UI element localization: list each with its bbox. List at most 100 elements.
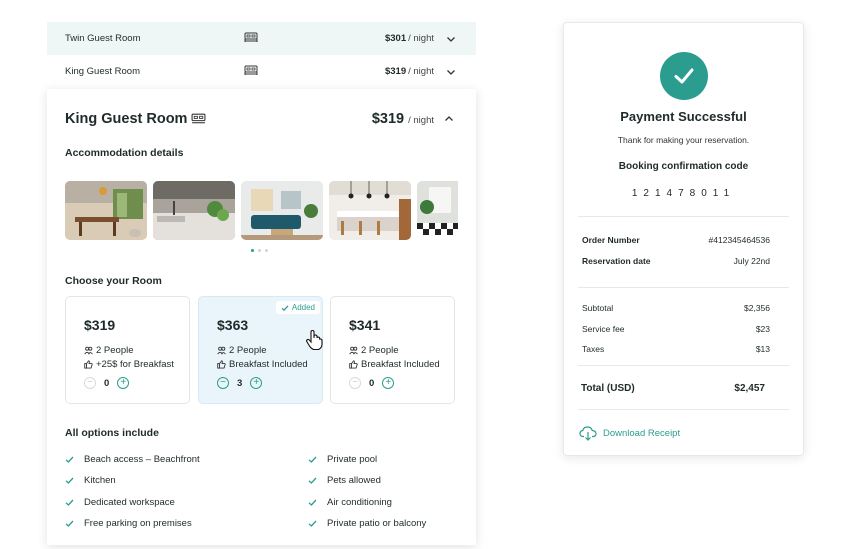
breakfast-line: Breakfast Included	[217, 359, 308, 370]
breakfast-text: +25$ for Breakfast	[96, 359, 174, 370]
choose-room-title: Choose your Room	[65, 275, 162, 287]
decrement-button[interactable]: −	[217, 377, 229, 389]
check-icon	[65, 456, 74, 464]
option-text: Kitchen	[84, 475, 116, 487]
breakfast-text: Breakfast Included	[361, 359, 440, 370]
subtotal-label: Subtotal	[582, 303, 614, 313]
option-item: Beach access – Beachfront	[65, 449, 200, 470]
taxes-label: Taxes	[582, 344, 605, 354]
divider	[578, 365, 789, 366]
decrement-button[interactable]: −	[349, 377, 361, 389]
option-item: Air conditioning	[308, 492, 426, 513]
option-price: $363	[217, 317, 249, 333]
payment-subtitle: Thank for making your reservation.	[617, 135, 750, 145]
divider	[578, 287, 789, 288]
bed-icon	[191, 113, 206, 124]
quantity-value: 3	[237, 377, 243, 389]
added-badge-text: Added	[291, 303, 315, 312]
quantity-value: 0	[369, 377, 375, 389]
added-badge: Added	[275, 301, 320, 314]
people-text: 2 People	[96, 345, 134, 356]
people-icon	[349, 346, 358, 355]
bed-icon	[244, 65, 258, 75]
option-text: Private patio or balcony	[327, 518, 427, 530]
confirmation-code: 121478011	[631, 188, 736, 199]
carousel-dot[interactable]	[258, 249, 261, 252]
photo-carousel[interactable]	[65, 181, 458, 240]
room-photo[interactable]	[417, 181, 458, 240]
quantity-stepper[interactable]: − 0 +	[349, 377, 395, 389]
panel-price-amount: $319	[371, 111, 405, 127]
carousel-dots	[251, 249, 268, 252]
room-row-twin[interactable]: Twin Guest Room $301 / night	[47, 22, 476, 55]
increment-button[interactable]: +	[117, 377, 130, 389]
room-option-card[interactable]: $319 2 People +25$ for Breakfast − 0 +	[65, 296, 190, 404]
option-text: Air conditioning	[327, 496, 392, 508]
increment-button[interactable]: +	[250, 377, 263, 389]
option-item: Dedicated workspace	[65, 492, 200, 513]
cloud-download-icon	[579, 426, 597, 441]
people-line: 2 People	[217, 345, 267, 356]
panel-room-name: King Guest Room	[65, 111, 188, 127]
subtotal-row: Subtotal $2,356	[582, 303, 770, 313]
payment-title: Payment Successful	[620, 109, 747, 124]
room-photo[interactable]	[329, 181, 411, 240]
decrement-button[interactable]: −	[84, 377, 96, 389]
check-icon	[65, 520, 74, 527]
room-photo[interactable]	[153, 181, 235, 240]
order-number-label: Order Number	[582, 235, 640, 245]
option-text: Dedicated workspace	[84, 496, 175, 508]
increment-button[interactable]: +	[382, 377, 395, 389]
room-row-king[interactable]: King Guest Room $319 / night	[47, 55, 476, 88]
check-icon	[308, 477, 317, 485]
room-photo[interactable]	[65, 181, 147, 240]
reservation-date-value: July 22nd	[733, 256, 770, 266]
total-value: $2,457	[734, 383, 765, 394]
reservation-date-label: Reservation date	[582, 256, 651, 266]
panel-price: $319 / night	[372, 111, 454, 127]
divider	[578, 409, 789, 410]
option-text: Free parking on premises	[84, 518, 192, 530]
room-price: $319	[384, 66, 407, 77]
chevron-up-icon[interactable]	[444, 114, 454, 124]
people-icon	[217, 346, 226, 355]
quantity-stepper[interactable]: − 0 +	[84, 377, 130, 389]
people-line: 2 People	[84, 345, 134, 356]
option-text: Pets allowed	[327, 475, 381, 487]
hand-cursor-icon	[306, 329, 323, 351]
option-price: $341	[349, 317, 381, 333]
per-night-label: / night	[408, 115, 434, 126]
success-check-icon	[660, 52, 708, 100]
thumbs-up-icon	[349, 360, 358, 369]
check-icon	[65, 477, 74, 485]
room-name: Twin Guest Room	[65, 33, 141, 44]
quantity-stepper[interactable]: − 3 +	[217, 377, 263, 389]
service-fee-row: Service fee $23	[582, 324, 770, 334]
options-title: All options include	[65, 427, 159, 439]
order-number-value: #412345464536	[708, 235, 770, 245]
check-icon	[65, 499, 74, 506]
option-item: Private pool	[308, 449, 426, 470]
room-name: King Guest Room	[65, 66, 140, 77]
panel-title: King Guest Room	[65, 111, 206, 127]
option-text: Beach access – Beachfront	[84, 454, 200, 466]
people-icon	[84, 346, 93, 355]
options-list-left: Beach access – Beachfront Kitchen Dedica…	[65, 449, 200, 534]
order-number-row: Order Number #412345464536	[582, 235, 770, 245]
carousel-dot[interactable]	[265, 249, 268, 252]
option-item: Pets allowed	[308, 470, 426, 491]
check-icon	[308, 499, 317, 506]
room-photo[interactable]	[241, 181, 323, 240]
total-label: Total (USD)	[581, 383, 635, 394]
chevron-down-icon[interactable]	[446, 34, 456, 44]
per-night-label: / night	[408, 66, 434, 77]
download-receipt-link[interactable]: Download Receipt	[579, 425, 680, 441]
chevron-down-icon[interactable]	[446, 67, 456, 77]
carousel-dot[interactable]	[251, 249, 254, 252]
per-night-label: / night	[408, 33, 434, 44]
room-option-card-selected[interactable]: Added $363 2 People Breakfast Included −…	[198, 296, 323, 404]
divider	[578, 216, 789, 217]
download-receipt-label: Download Receipt	[603, 427, 681, 439]
bed-icon	[244, 32, 258, 42]
room-option-card[interactable]: $341 2 People Breakfast Included − 0 +	[330, 296, 455, 404]
